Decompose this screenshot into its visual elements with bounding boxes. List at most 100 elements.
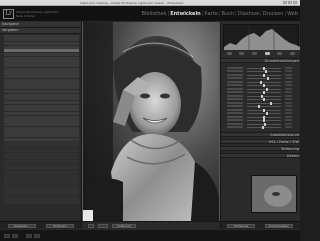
adjustment-slider[interactable] xyxy=(227,126,293,129)
portrait-photo-image xyxy=(83,22,219,221)
slider-label xyxy=(227,98,243,100)
slider-value[interactable] xyxy=(285,94,292,97)
minimize-button[interactable] xyxy=(283,1,287,4)
slider-value[interactable] xyxy=(285,101,292,104)
adjustment-slider[interactable] xyxy=(227,98,293,101)
adjustment-slider[interactable] xyxy=(227,80,293,84)
slider-knob[interactable] xyxy=(263,108,265,112)
tone-curve-header[interactable]: Gradationskurve xyxy=(221,132,300,137)
basic-panel-header[interactable]: Grundeinstellungen xyxy=(221,58,300,63)
adjustment-slider[interactable] xyxy=(227,115,293,119)
adjustment-slider[interactable] xyxy=(227,84,293,87)
photo-view: Softproof xyxy=(82,22,220,229)
module-diashow[interactable]: Diashow xyxy=(238,11,259,17)
adjustment-brush-icon[interactable] xyxy=(290,52,296,55)
slider-knob[interactable] xyxy=(263,84,265,87)
slider-track[interactable] xyxy=(247,95,281,97)
adjustment-slider[interactable] xyxy=(227,91,293,94)
adjustment-slider[interactable] xyxy=(227,122,293,126)
module-bibliothek[interactable]: Bibliothek xyxy=(142,11,167,17)
slider-knob[interactable] xyxy=(259,80,262,84)
softproof-checkbox[interactable]: Softproof xyxy=(112,224,136,228)
slider-value[interactable] xyxy=(285,80,292,83)
spot-removal-icon[interactable] xyxy=(239,52,245,55)
slider-value[interactable] xyxy=(285,84,292,86)
filmstrip-toggle-2[interactable] xyxy=(12,234,18,238)
slider-label xyxy=(227,77,243,79)
slider-knob[interactable] xyxy=(257,105,260,108)
slider-knob[interactable] xyxy=(263,91,265,94)
redeye-icon[interactable] xyxy=(252,52,258,55)
module-karte[interactable]: Karte xyxy=(204,11,217,17)
slider-value[interactable] xyxy=(285,119,292,121)
slider-value[interactable] xyxy=(285,77,292,79)
hsl-header[interactable]: HSL / Farbe / S/W xyxy=(221,139,300,144)
slider-track[interactable] xyxy=(247,78,281,79)
slider-track[interactable] xyxy=(247,113,281,114)
adjustment-slider[interactable] xyxy=(227,101,293,105)
slider-value[interactable] xyxy=(285,66,292,69)
slider-knob[interactable] xyxy=(266,112,269,115)
slider-knob[interactable] xyxy=(263,73,265,77)
adjustment-slider[interactable] xyxy=(227,87,293,91)
module-web[interactable]: Web xyxy=(287,11,298,17)
adjustment-slider[interactable] xyxy=(227,70,293,73)
split-toning-header[interactable]: Teiltonung xyxy=(221,146,300,151)
slider-value[interactable] xyxy=(285,108,292,111)
before-after-button[interactable] xyxy=(98,224,108,228)
slider-value[interactable] xyxy=(285,70,292,72)
slider-value[interactable] xyxy=(285,91,292,93)
module-entwickeln[interactable]: Entwickeln xyxy=(170,11,201,17)
filmstrip-forward-button[interactable] xyxy=(34,234,40,238)
slider-knob[interactable] xyxy=(263,98,265,101)
basic-panel-label: Grundeinstellungen xyxy=(264,59,299,63)
slider-label xyxy=(227,122,243,125)
slider-value[interactable] xyxy=(285,126,292,128)
filmstrip-toggle-1[interactable] xyxy=(4,234,10,238)
slider-value[interactable] xyxy=(285,105,292,107)
preset-item[interactable] xyxy=(4,200,79,204)
slider-value[interactable] xyxy=(285,112,292,114)
slider-value[interactable] xyxy=(285,115,292,118)
paste-settings-button[interactable]: Einfügen xyxy=(46,224,74,228)
slider-value[interactable] xyxy=(285,98,292,100)
adjustment-slider[interactable] xyxy=(227,119,293,122)
slider-track[interactable] xyxy=(247,81,281,83)
filmstrip-back-button[interactable] xyxy=(26,234,32,238)
main-photo[interactable] xyxy=(83,22,219,221)
slider-knob[interactable] xyxy=(262,126,265,129)
slider-label xyxy=(227,87,243,90)
previous-settings-button[interactable]: Vorherige xyxy=(227,224,255,228)
close-button[interactable] xyxy=(293,1,297,4)
adjustment-slider[interactable] xyxy=(227,108,293,112)
adjustment-slider[interactable] xyxy=(227,66,293,70)
slider-track[interactable] xyxy=(247,88,281,90)
slider-track[interactable] xyxy=(247,102,281,104)
maximize-button[interactable] xyxy=(288,1,292,4)
view-mode-button[interactable] xyxy=(88,224,94,228)
adjustment-slider[interactable] xyxy=(227,77,293,80)
crop-tool-icon[interactable] xyxy=(226,52,232,55)
graduated-filter-icon[interactable] xyxy=(264,52,270,55)
detail-header[interactable]: Details xyxy=(221,153,300,158)
module-drucken[interactable]: Drucken xyxy=(263,11,284,17)
adjustment-slider[interactable] xyxy=(227,73,293,77)
slider-value[interactable] xyxy=(285,73,292,76)
presets-header[interactable]: Vorgaben xyxy=(0,28,81,34)
slider-track[interactable] xyxy=(247,106,281,107)
slider-value[interactable] xyxy=(285,122,292,125)
detail-preview[interactable] xyxy=(251,175,297,213)
reset-button[interactable]: Zurücksetzen xyxy=(265,224,293,228)
copy-settings-button[interactable]: Kopieren... xyxy=(8,224,36,228)
adjustment-slider[interactable] xyxy=(227,112,293,115)
slider-label xyxy=(227,105,243,107)
slider-knob[interactable] xyxy=(269,101,272,105)
slider-label xyxy=(227,70,243,72)
slider-knob[interactable] xyxy=(267,77,270,80)
slider-value[interactable] xyxy=(285,87,292,90)
adjustment-slider[interactable] xyxy=(227,105,293,108)
radial-filter-icon[interactable] xyxy=(277,52,283,55)
module-buch[interactable]: Buch xyxy=(221,11,234,17)
adjustment-slider[interactable] xyxy=(227,94,293,98)
slider-knob[interactable] xyxy=(265,87,268,91)
